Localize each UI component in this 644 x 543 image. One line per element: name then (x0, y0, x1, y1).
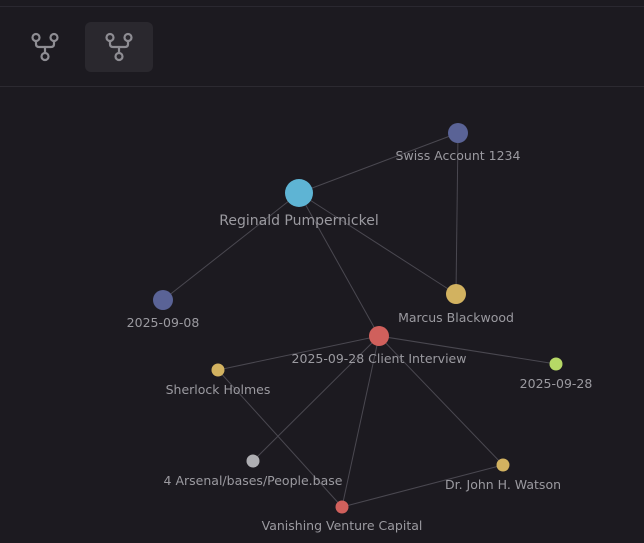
graph-nodes: Swiss Account 1234 Reginald Pumpernickel 2… (127, 123, 593, 534)
graph-node-reginald[interactable]: Reginald Pumpernickel (219, 179, 379, 229)
node-circle-interview[interactable] (369, 326, 389, 346)
node-circle-arsenal[interactable] (246, 454, 260, 468)
node-circle-reginald[interactable] (285, 179, 313, 207)
graph-canvas[interactable]: Swiss Account 1234 Reginald Pumpernickel 2… (0, 0, 644, 543)
node-circle-d0908[interactable] (153, 290, 173, 310)
node-label-d0908: 2025-09-08 (127, 315, 200, 330)
node-label-marcus: Marcus Blackwood (398, 310, 514, 325)
node-label-arsenal: 4 Arsenal/bases/People.base (164, 473, 343, 488)
node-circle-watson[interactable] (496, 458, 510, 472)
edge-reginald-swiss (298, 132, 459, 194)
node-label-interview: 2025-09-28 Client Interview (292, 351, 467, 366)
graph-view-window: Swiss Account 1234 Reginald Pumpernickel 2… (0, 0, 644, 543)
edge-reginald-marcus (298, 192, 457, 295)
node-circle-d0928[interactable] (549, 357, 563, 371)
node-label-d0928: 2025-09-28 (520, 376, 593, 391)
node-label-vvc: Vanishing Venture Capital (262, 518, 423, 533)
graph-node-d0928[interactable]: 2025-09-28 (520, 357, 593, 392)
graph-node-marcus[interactable]: Marcus Blackwood (398, 284, 514, 325)
node-circle-sherlock[interactable] (211, 363, 225, 377)
node-label-watson: Dr. John H. Watson (445, 477, 561, 492)
graph-node-arsenal[interactable]: 4 Arsenal/bases/People.base (164, 454, 343, 489)
graph-node-sherlock[interactable]: Sherlock Holmes (166, 363, 271, 398)
node-circle-swiss[interactable] (448, 123, 468, 143)
node-label-reginald: Reginald Pumpernickel (219, 213, 378, 229)
node-circle-vvc[interactable] (335, 500, 349, 514)
edge-reginald-d0908 (162, 192, 300, 301)
node-label-sherlock: Sherlock Holmes (166, 382, 271, 397)
graph-node-d0908[interactable]: 2025-09-08 (127, 290, 200, 330)
node-label-swiss: Swiss Account 1234 (396, 148, 521, 163)
node-circle-marcus[interactable] (446, 284, 466, 304)
graph-node-vvc[interactable]: Vanishing Venture Capital (262, 500, 423, 534)
